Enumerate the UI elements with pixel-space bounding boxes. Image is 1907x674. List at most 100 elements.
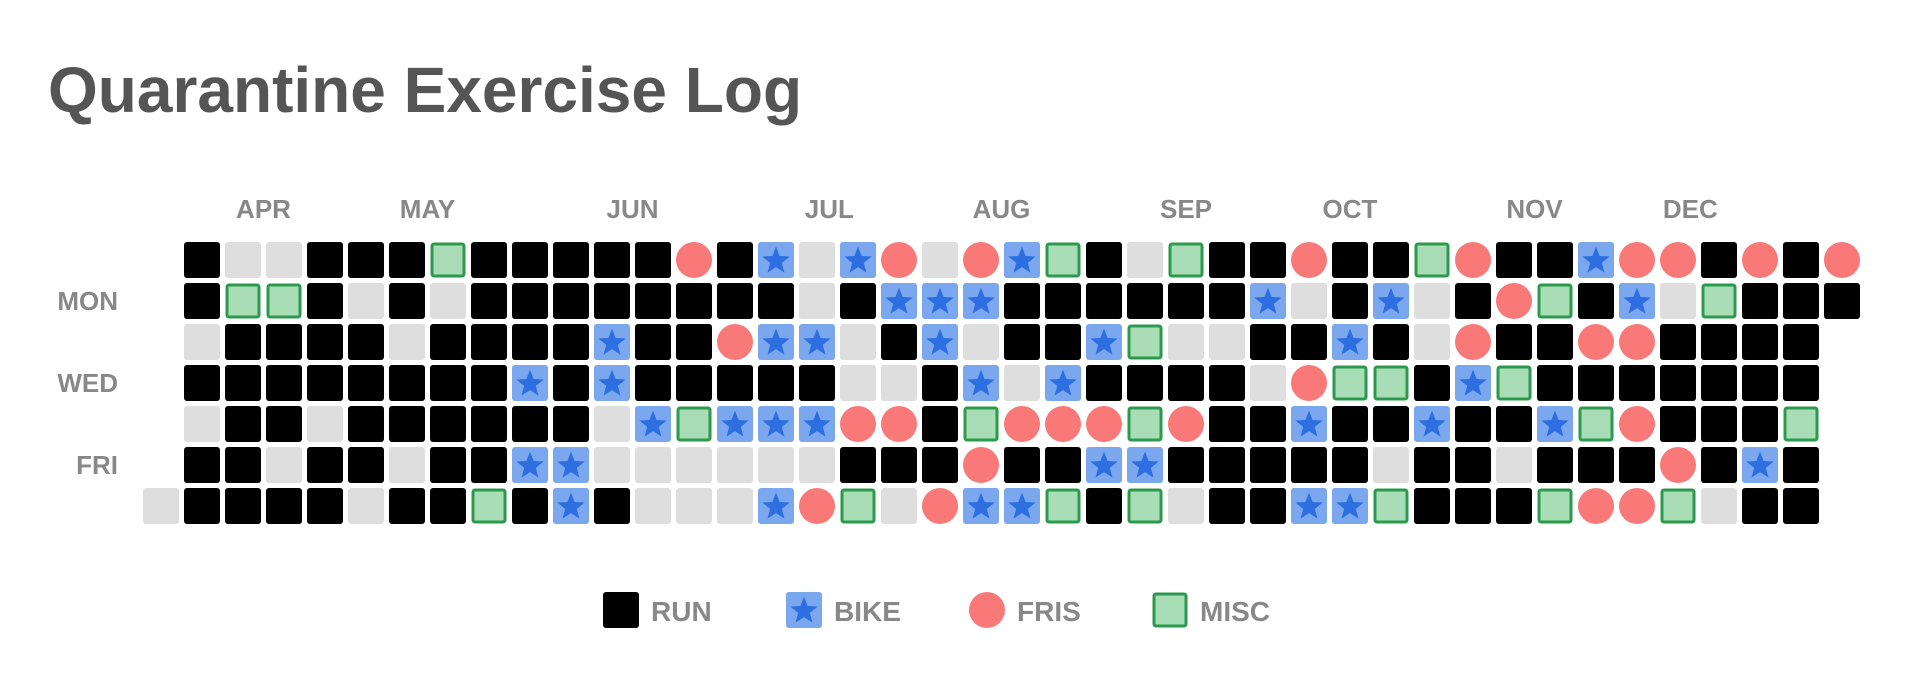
legend-label: BIKE [834, 596, 901, 627]
day-cell [799, 406, 835, 442]
day-cell [1619, 324, 1655, 360]
day-cell [1127, 242, 1163, 278]
day-cell [1742, 365, 1778, 401]
day-cell [1332, 324, 1368, 360]
legend-swatch [786, 592, 822, 628]
day-cell [1578, 365, 1614, 401]
day-cell [635, 365, 671, 401]
calendar-grid [143, 242, 1860, 524]
day-cell [1496, 365, 1532, 401]
month-label-sep: SEP [1160, 194, 1212, 224]
day-cell [1660, 447, 1696, 483]
day-cell [1660, 365, 1696, 401]
day-cell [512, 242, 548, 278]
day-cell [225, 283, 261, 319]
day-label-wed: WED [57, 368, 118, 398]
day-cell [1127, 488, 1163, 524]
day-cell [963, 406, 999, 442]
day-cell [430, 488, 466, 524]
day-cell [430, 324, 466, 360]
day-cell [1824, 283, 1860, 319]
day-cell [1086, 283, 1122, 319]
legend-label: RUN [651, 596, 712, 627]
day-cell [1209, 283, 1245, 319]
day-cell [717, 283, 753, 319]
day-cell [1496, 324, 1532, 360]
day-cell [348, 406, 384, 442]
day-cell [1660, 242, 1696, 278]
day-cell [1168, 283, 1204, 319]
day-cell [471, 447, 507, 483]
day-cell [1578, 488, 1614, 524]
day-cell [963, 324, 999, 360]
day-cell [840, 406, 876, 442]
day-cell [881, 242, 917, 278]
day-cell [1660, 406, 1696, 442]
day-cell [1414, 488, 1450, 524]
day-cell [758, 324, 794, 360]
day-cell [922, 365, 958, 401]
day-cell [881, 365, 917, 401]
day-cell [1045, 242, 1081, 278]
day-cell [1701, 242, 1737, 278]
day-cell [184, 242, 220, 278]
day-cell [430, 406, 466, 442]
day-cell [1373, 283, 1409, 319]
month-label-aug: AUG [973, 194, 1031, 224]
day-cell [1619, 488, 1655, 524]
day-cell [307, 242, 343, 278]
day-cell [512, 324, 548, 360]
day-cell [758, 488, 794, 524]
day-cell [1332, 447, 1368, 483]
day-cell [1373, 365, 1409, 401]
day-cell [1004, 283, 1040, 319]
day-cell [1004, 488, 1040, 524]
day-cell [881, 406, 917, 442]
day-cell [1291, 324, 1327, 360]
day-cell [1578, 447, 1614, 483]
day-cell [1742, 488, 1778, 524]
day-cell [225, 365, 261, 401]
day-cell [1496, 406, 1532, 442]
day-cell [881, 447, 917, 483]
day-cell [676, 488, 712, 524]
day-cell [594, 406, 630, 442]
day-cell [184, 488, 220, 524]
day-cell [1127, 447, 1163, 483]
day-cell [1537, 324, 1573, 360]
day-cell [348, 283, 384, 319]
day-cell [717, 324, 753, 360]
month-label-dec: DEC [1663, 194, 1718, 224]
day-cell [348, 447, 384, 483]
day-cell [225, 406, 261, 442]
day-cell [307, 283, 343, 319]
day-cell [1455, 365, 1491, 401]
day-cell [512, 283, 548, 319]
day-cell [1619, 406, 1655, 442]
day-cell [1414, 242, 1450, 278]
day-cell [1045, 447, 1081, 483]
day-cell [1414, 324, 1450, 360]
chart-canvas: Quarantine Exercise Log APR MAY JUN JUL AUG S… [48, 54, 1860, 628]
day-cell [676, 324, 712, 360]
day-cell [307, 488, 343, 524]
day-cell [922, 242, 958, 278]
day-cell [840, 283, 876, 319]
day-cell [1332, 283, 1368, 319]
day-cell [922, 324, 958, 360]
day-cell [512, 447, 548, 483]
day-cell [266, 242, 302, 278]
day-cell [1291, 242, 1327, 278]
day-cell [922, 488, 958, 524]
day-cell [1578, 406, 1614, 442]
day-cell [1578, 242, 1614, 278]
day-cell [553, 488, 589, 524]
day-cell [1209, 324, 1245, 360]
day-cell [184, 406, 220, 442]
day-cell [553, 283, 589, 319]
day-cell [1332, 365, 1368, 401]
day-cell [184, 324, 220, 360]
day-cell [348, 242, 384, 278]
legend-item-fris: FRIS [969, 592, 1081, 628]
month-label-oct: OCT [1323, 194, 1378, 224]
